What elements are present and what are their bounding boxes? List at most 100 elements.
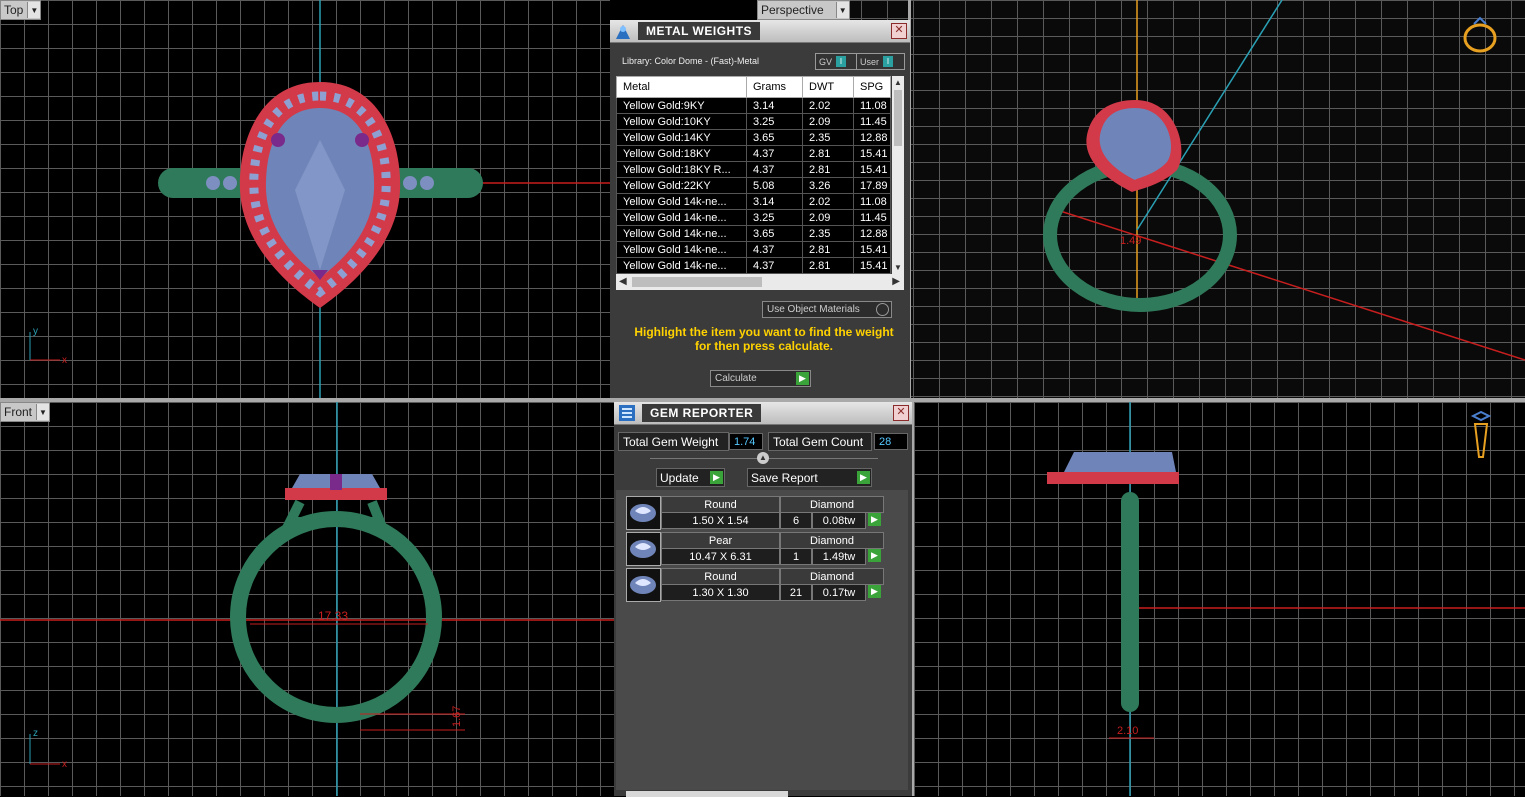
toggle-switch-icon: I: [883, 56, 894, 67]
chevron-left-icon[interactable]: ◀: [619, 276, 627, 287]
table-cell: 3.25: [746, 209, 803, 226]
table-cell: 15.41: [853, 257, 891, 274]
ring-gizmo-icon[interactable]: [1463, 16, 1497, 53]
table-row[interactable]: Yellow Gold:18KY R... 4.37 2.81 15.41: [616, 161, 891, 178]
chevron-down-icon[interactable]: ▼: [894, 263, 902, 272]
dimension-width: 17.33: [318, 609, 348, 623]
viewport-right[interactable]: 2.10: [914, 402, 1525, 796]
total-gem-count-label: Total Gem Count: [768, 432, 872, 451]
table-cell: 3.26: [802, 177, 854, 194]
chevron-down-icon[interactable]: ▼: [27, 2, 41, 18]
gem-row[interactable]: Pear Diamond 10.47 X 6.31 1 1.49tw ▶: [626, 532, 884, 566]
bottom-scrollbar[interactable]: [626, 791, 788, 797]
instruction-text: Highlight the item you want to find the …: [634, 325, 894, 353]
table-row[interactable]: Yellow Gold:14KY 3.65 2.35 12.88: [616, 129, 891, 146]
update-button[interactable]: Update ▶: [656, 468, 725, 487]
scroll-thumb[interactable]: [894, 90, 902, 146]
axis-x-label: x: [62, 759, 67, 770]
table-cell: 2.09: [802, 209, 854, 226]
viewport-label-perspective[interactable]: Perspective ▼: [757, 0, 850, 20]
gv-toggle[interactable]: GV I: [815, 53, 858, 70]
table-cell: 2.02: [802, 193, 854, 210]
gem-material: Diamond: [780, 532, 884, 549]
user-toggle[interactable]: User I: [856, 53, 905, 70]
select-gem-arrow-icon[interactable]: ▶: [868, 585, 881, 598]
gem-shape: Round: [661, 568, 780, 585]
close-icon[interactable]: ✕: [891, 23, 907, 39]
total-gem-count-value: 28: [874, 433, 908, 450]
table-cell: Yellow Gold 14k-ne...: [616, 241, 747, 258]
table-cell: 15.41: [853, 145, 891, 162]
radio-icon: [876, 303, 889, 316]
gem-reporter-panel: GEM REPORTER ✕ Total Gem Weight 1.74 Tot…: [614, 402, 912, 797]
gem-row[interactable]: Round Diamond 1.30 X 1.30 21 0.17tw ▶: [626, 568, 884, 602]
viewport-label-front[interactable]: Front ▼: [0, 402, 51, 422]
table-row[interactable]: Yellow Gold:22KY 5.08 3.26 17.89: [616, 177, 891, 194]
table-row[interactable]: Yellow Gold:10KY 3.25 2.09 11.45: [616, 113, 891, 130]
select-gem-arrow-icon[interactable]: ▶: [868, 549, 881, 562]
table-cell: 2.02: [802, 97, 854, 114]
chevron-right-icon[interactable]: ▶: [892, 276, 900, 287]
axis-z-label: z: [33, 728, 38, 739]
scroll-thumb[interactable]: [632, 277, 762, 287]
metal-weights-titlebar[interactable]: METAL WEIGHTS ✕: [610, 20, 910, 43]
viewport-label-top[interactable]: Top ▼: [0, 0, 42, 20]
table-cell: 11.45: [853, 113, 891, 130]
table-cell: 11.08: [853, 97, 891, 114]
gem-weight: 1.49tw: [812, 548, 866, 565]
viewport-front[interactable]: 17.33 1.67 z x Front ▼: [0, 402, 614, 796]
close-icon[interactable]: ✕: [893, 405, 909, 421]
table-cell: Yellow Gold:10KY: [616, 113, 747, 130]
gem-weight: 0.17tw: [812, 584, 866, 601]
calculate-button[interactable]: Calculate ▶: [710, 370, 811, 387]
table-cell: Yellow Gold:9KY: [616, 97, 747, 114]
table-row[interactable]: Yellow Gold:9KY 3.14 2.02 11.08: [616, 97, 891, 114]
table-cell: Yellow Gold 14k-ne...: [616, 225, 747, 242]
viewport-top[interactable]: y x Top ▼: [0, 0, 610, 398]
table-cell: 2.09: [802, 113, 854, 130]
column-header[interactable]: Grams: [746, 76, 803, 98]
collapse-icon[interactable]: ▲: [757, 452, 769, 464]
column-header[interactable]: DWT: [802, 76, 854, 98]
table-row[interactable]: Yellow Gold 14k-ne... 4.37 2.81 15.41: [616, 257, 891, 274]
gem-size: 10.47 X 6.31: [661, 548, 780, 565]
use-object-materials-toggle[interactable]: Use Object Materials: [762, 301, 892, 318]
table-cell: 4.37: [746, 161, 803, 178]
table-cell: Yellow Gold:22KY: [616, 177, 747, 194]
select-gem-arrow-icon[interactable]: ▶: [868, 513, 881, 526]
vertical-scrollbar[interactable]: ▲ ▼: [892, 76, 904, 274]
table-cell: 3.65: [746, 129, 803, 146]
table-row[interactable]: Yellow Gold:18KY 4.37 2.81 15.41: [616, 145, 891, 162]
chevron-down-icon[interactable]: ▼: [835, 2, 849, 18]
gem-row[interactable]: Round Diamond 1.50 X 1.54 6 0.08tw ▶: [626, 496, 884, 530]
table-row[interactable]: Yellow Gold 14k-ne... 3.14 2.02 11.08: [616, 193, 891, 210]
table-cell: Yellow Gold:18KY: [616, 145, 747, 162]
play-arrow-icon: ▶: [857, 471, 870, 484]
column-header[interactable]: Metal: [616, 76, 747, 98]
table-cell: Yellow Gold 14k-ne...: [616, 209, 747, 226]
table-row[interactable]: Yellow Gold 14k-ne... 4.37 2.81 15.41: [616, 241, 891, 258]
save-report-button[interactable]: Save Report ▶: [747, 468, 872, 487]
table-cell: 3.14: [746, 97, 803, 114]
table-cell: 3.25: [746, 113, 803, 130]
gem-material: Diamond: [780, 568, 884, 585]
horizontal-scrollbar[interactable]: ◀ ▶: [616, 274, 904, 290]
right-view-render: 2.10: [1047, 402, 1525, 796]
table-row[interactable]: Yellow Gold 14k-ne... 3.25 2.09 11.45: [616, 209, 891, 226]
table-header-row: Metal Grams DWT SPG: [616, 76, 891, 98]
play-arrow-icon: ▶: [796, 372, 809, 385]
table-cell: Yellow Gold 14k-ne...: [616, 257, 747, 274]
ring-side-gizmo-icon[interactable]: [1470, 410, 1492, 458]
library-label: Library: Color Dome - (Fast)-Metal: [622, 56, 760, 66]
table-cell: Yellow Gold:18KY R...: [616, 161, 747, 178]
gem-thumbnail-icon: [626, 568, 661, 602]
gem-reporter-titlebar[interactable]: GEM REPORTER ✕: [614, 402, 912, 425]
front-view-render: 17.33 1.67 z x: [0, 402, 614, 796]
gem-thumbnail-icon: [626, 532, 661, 566]
column-header[interactable]: SPG: [853, 76, 891, 98]
chevron-down-icon[interactable]: ▼: [36, 404, 50, 420]
chevron-up-icon[interactable]: ▲: [894, 78, 902, 87]
table-row[interactable]: Yellow Gold 14k-ne... 3.65 2.35 12.88: [616, 225, 891, 242]
panel-title: METAL WEIGHTS: [638, 22, 761, 40]
table-cell: 11.08: [853, 193, 891, 210]
